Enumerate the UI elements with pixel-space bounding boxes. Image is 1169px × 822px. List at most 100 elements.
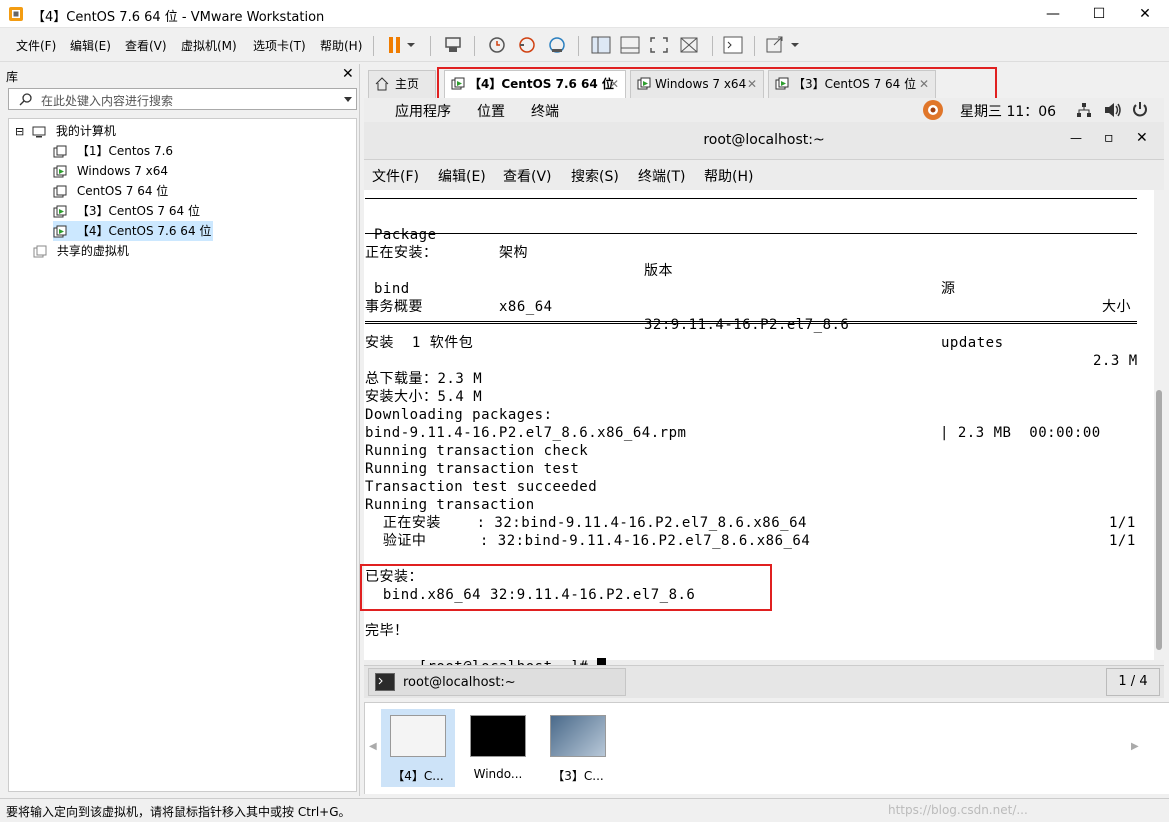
terminal-prompt-line[interactable]: [root@localhost ~]#: [365, 640, 607, 675]
maximize-button[interactable]: ☐: [1076, 0, 1122, 28]
menu-tabs[interactable]: 选项卡(T): [253, 37, 306, 54]
terminal-menu-view[interactable]: 查看(V): [503, 166, 552, 186]
revert-snapshot-icon[interactable]: [514, 33, 540, 57]
menu-vm[interactable]: 虚拟机(M): [181, 37, 237, 54]
scroll-left-icon[interactable]: ◀: [369, 741, 377, 752]
snapshot-manager-icon[interactable]: [544, 33, 570, 57]
menu-file[interactable]: 文件(F): [16, 37, 56, 54]
window-list-item[interactable]: root@localhost:~: [368, 668, 626, 696]
vm-running-icon: [53, 225, 67, 237]
scrollbar-thumb[interactable]: [1156, 390, 1162, 650]
terminal-close-button[interactable]: ✕: [1136, 130, 1148, 146]
stretch-guest-icon[interactable]: [762, 33, 788, 57]
library-search-input[interactable]: 在此处键入内容进行搜索: [8, 88, 357, 110]
library-close-button[interactable]: ✕: [342, 66, 354, 82]
terminal-menu-terminal[interactable]: 终端(T): [638, 166, 685, 186]
thumbnail-image: [390, 715, 446, 757]
vm-running-icon: [53, 205, 67, 217]
tree-item-vm[interactable]: 【1】Centos 7.6: [53, 141, 173, 161]
library-tree: ⊟ 我的计算机 【1】Centos 7.6 Windows 7 x64 Cent…: [8, 118, 357, 792]
package-row: bind x86_64 32:9.11.4-16.P2.el7_8.6 upda…: [365, 262, 1145, 369]
title-bar: 【4】CentOS 7.6 64 位 - VMware Workstation …: [0, 0, 1169, 28]
progress-count: 1/1: [1109, 533, 1136, 549]
tree-item-vm[interactable]: 【3】CentOS 7 64 位: [53, 201, 200, 221]
window-title: 【4】CentOS 7.6 64 位 - VMware Workstation: [32, 10, 325, 25]
chevron-down-icon[interactable]: [344, 97, 352, 103]
terminal-line: 正在安装 : 32:bind-9.11.4-16.P2.el7_8.6.x86_…: [365, 515, 807, 531]
minimize-button[interactable]: —: [1030, 0, 1076, 28]
volume-icon[interactable]: [1104, 102, 1122, 118]
terminal-line: 总下载量：2.3 M: [365, 371, 483, 387]
console-view-icon[interactable]: [720, 33, 746, 57]
tree-label: CentOS 7 64 位: [76, 184, 169, 198]
tab-home[interactable]: 主页: [368, 70, 436, 98]
highlight-box: [360, 564, 772, 611]
terminal-line: bind-9.11.4-16.P2.el7_8.6.x86_64.rpm: [365, 425, 687, 441]
pkg-size: 2.3 M: [1093, 353, 1138, 369]
gnome-clock[interactable]: 星期三 11：06: [960, 101, 1056, 121]
terminal-maximize-button[interactable]: ▫: [1104, 130, 1114, 146]
tree-item-my-computer[interactable]: ⊟ 我的计算机: [15, 121, 116, 141]
terminal-menu-help[interactable]: 帮助(H): [704, 166, 753, 186]
gnome-terminal-menu[interactable]: 终端: [531, 101, 559, 121]
terminal-title: root@localhost:~: [703, 132, 825, 148]
chevron-down-icon[interactable]: [404, 33, 418, 57]
terminal-menu-file[interactable]: 文件(F): [372, 166, 419, 186]
terminal-scrollbar[interactable]: [1154, 190, 1164, 660]
menu-view[interactable]: 查看(V): [125, 37, 167, 54]
show-library-icon[interactable]: [588, 33, 614, 57]
tree-item-shared-vms[interactable]: 共享的虚拟机: [33, 241, 129, 261]
vm-thumbnail[interactable]: 【3】C...: [541, 709, 615, 787]
library-title: 库: [6, 70, 19, 84]
thumbnail-caption: 【4】C...: [392, 769, 444, 783]
close-button[interactable]: ✕: [1122, 0, 1168, 28]
terminal-line: Running transaction: [365, 497, 535, 513]
terminal-line: 安装 1 软件包: [365, 335, 474, 351]
terminal-menu-edit[interactable]: 编辑(E): [438, 166, 486, 186]
chevron-down-icon[interactable]: [788, 33, 802, 57]
scroll-right-icon[interactable]: ▶: [1131, 741, 1139, 752]
network-icon[interactable]: [1076, 102, 1092, 118]
unity-mode-icon[interactable]: [676, 33, 702, 57]
menu-help[interactable]: 帮助(H): [320, 37, 362, 54]
menu-bar: 文件(F) 编辑(E) 查看(V) 虚拟机(M) 选项卡(T) 帮助(H): [0, 28, 1169, 62]
terminal-line: 正在安装：: [365, 245, 438, 261]
vm-off-icon: [53, 185, 67, 197]
terminal-line: 安装大小：5.4 M: [365, 389, 483, 405]
tree-item-vm[interactable]: Windows 7 x64: [53, 161, 168, 181]
terminal-line: 事务概要: [365, 299, 423, 315]
vm-thumbnail[interactable]: 【4】C...: [381, 709, 455, 787]
terminal-minimize-button[interactable]: —: [1070, 131, 1082, 145]
terminal-line: Transaction test succeeded: [365, 479, 598, 495]
workspace-pager[interactable]: 1 / 4: [1106, 668, 1160, 696]
col-size: 大小: [1102, 299, 1131, 315]
home-icon: [375, 77, 389, 91]
tree-label: 我的计算机: [55, 124, 116, 138]
toolbar-separator: [474, 36, 475, 56]
toolbar-separator: [712, 36, 713, 56]
user-avatar-icon[interactable]: [921, 99, 945, 121]
terminal-icon: [375, 673, 395, 691]
tree-label: 【3】CentOS 7 64 位: [76, 204, 200, 218]
show-thumbnail-bar-icon[interactable]: [617, 33, 643, 57]
separator-line: [365, 233, 1137, 234]
gnome-applications-menu[interactable]: 应用程序: [395, 101, 451, 121]
col-package: Package: [374, 227, 437, 243]
thumbnail-bar: ◀ 【4】C... Windo... 【3】C... ▶: [364, 702, 1169, 794]
status-bar: 要将输入定向到该虚拟机，请将鼠标指针移入其中或按 Ctrl+G。 https:/…: [0, 798, 1169, 822]
menu-edit[interactable]: 编辑(E): [70, 37, 111, 54]
collapse-icon[interactable]: ⊟: [15, 122, 24, 142]
toolbar-separator: [578, 36, 579, 56]
vm-thumbnail[interactable]: Windo...: [461, 709, 535, 787]
snapshot-icon[interactable]: [484, 33, 510, 57]
tree-item-vm[interactable]: CentOS 7 64 位: [53, 181, 168, 201]
send-ctrl-alt-del-icon[interactable]: [440, 33, 466, 57]
vm-off-icon: [53, 145, 67, 157]
full-screen-icon[interactable]: [646, 33, 672, 57]
terminal-menubar: 文件(F) 编辑(E) 查看(V) 搜索(S) 终端(T) 帮助(H): [364, 160, 1164, 190]
power-icon[interactable]: [1132, 101, 1148, 118]
gnome-places-menu[interactable]: 位置: [477, 101, 505, 121]
terminal-menu-search[interactable]: 搜索(S): [571, 166, 619, 186]
tree-item-vm-selected[interactable]: 【4】CentOS 7.6 64 位: [53, 221, 214, 241]
search-placeholder: 在此处键入内容进行搜索: [41, 94, 174, 108]
